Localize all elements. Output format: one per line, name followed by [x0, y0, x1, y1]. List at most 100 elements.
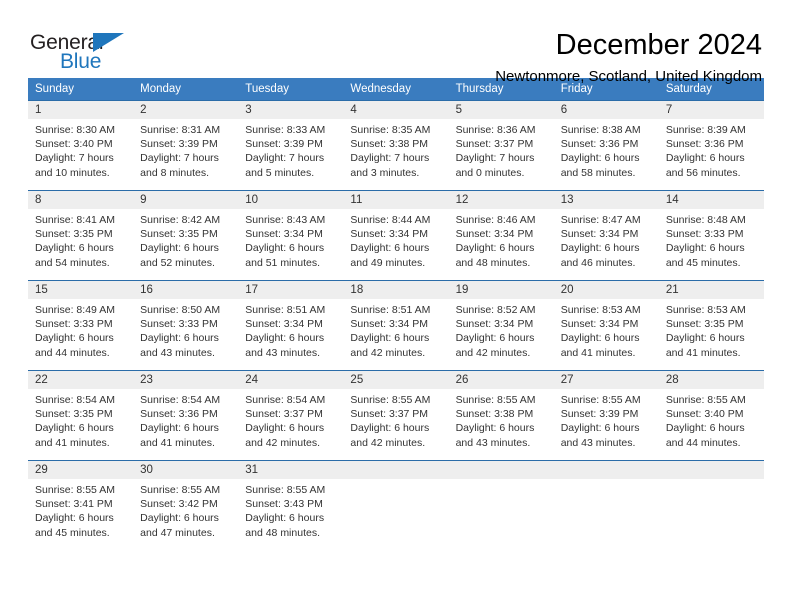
day-number[interactable]: 6 — [554, 101, 659, 119]
day-number[interactable]: 16 — [133, 281, 238, 299]
daylight-text-line2: and 0 minutes. — [455, 166, 525, 179]
daylight-text-line1: Daylight: 6 hours — [665, 422, 745, 435]
day-detail-band: Sunrise: 8:30 AM Sunset: 3:40 PM Dayligh… — [28, 119, 764, 190]
day-cell[interactable]: Sunrise: 8:35 AM Sunset: 3:38 PM Dayligh… — [343, 119, 448, 190]
day-number[interactable]: 11 — [343, 191, 448, 209]
day-cell[interactable]: Sunrise: 8:54 AM Sunset: 3:35 PM Dayligh… — [28, 389, 133, 460]
day-cell[interactable]: Sunrise: 8:54 AM Sunset: 3:36 PM Dayligh… — [133, 389, 238, 460]
daylight-text-line1: Daylight: 6 hours — [140, 422, 219, 435]
day-number[interactable]: 29 — [28, 461, 133, 479]
day-cell[interactable]: Sunrise: 8:31 AM Sunset: 3:39 PM Dayligh… — [133, 119, 238, 190]
sunrise-text: Sunrise: 8:39 AM — [665, 124, 746, 136]
day-number[interactable]: 20 — [554, 281, 659, 299]
daylight-text-line2: and 51 minutes. — [245, 256, 320, 269]
day-cell[interactable]: Sunrise: 8:55 AM Sunset: 3:37 PM Dayligh… — [343, 389, 448, 460]
day-cell[interactable]: Sunrise: 8:55 AM Sunset: 3:41 PM Dayligh… — [28, 479, 133, 550]
sunset-text: Sunset: 3:33 PM — [35, 318, 113, 331]
day-cell[interactable]: Sunrise: 8:47 AM Sunset: 3:34 PM Dayligh… — [554, 209, 659, 280]
day-cell[interactable]: Sunrise: 8:51 AM Sunset: 3:34 PM Dayligh… — [343, 299, 448, 370]
day-number[interactable]: 30 — [133, 461, 238, 479]
day-cell[interactable]: Sunrise: 8:48 AM Sunset: 3:33 PM Dayligh… — [659, 209, 764, 280]
day-number[interactable]: 26 — [449, 371, 554, 389]
day-number[interactable]: 12 — [449, 191, 554, 209]
day-cell[interactable]: Sunrise: 8:43 AM Sunset: 3:34 PM Dayligh… — [238, 209, 343, 280]
daylight-text-line1: Daylight: 6 hours — [350, 242, 430, 255]
day-number[interactable]: 15 — [28, 281, 133, 299]
day-cell[interactable]: Sunrise: 8:36 AM Sunset: 3:37 PM Dayligh… — [449, 119, 554, 190]
daylight-text-line1: Daylight: 6 hours — [665, 242, 745, 255]
page-header: General Blue December 2024 Newtonmore, S… — [28, 0, 764, 85]
day-number[interactable]: 3 — [238, 101, 343, 119]
day-number[interactable]: 18 — [343, 281, 448, 299]
day-cell[interactable]: Sunrise: 8:42 AM Sunset: 3:35 PM Dayligh… — [133, 209, 238, 280]
day-number[interactable]: 7 — [659, 101, 764, 119]
sunset-text: Sunset: 3:40 PM — [35, 138, 113, 151]
sunrise-text: Sunrise: 8:53 AM — [665, 304, 746, 316]
sunrise-text: Sunrise: 8:55 AM — [455, 394, 536, 406]
day-cell[interactable]: Sunrise: 8:52 AM Sunset: 3:34 PM Dayligh… — [449, 299, 554, 370]
calendar-week-row: 15 16 17 18 19 20 21 Sunrise: 8:49 AM Su… — [28, 280, 764, 370]
day-cell[interactable]: Sunrise: 8:55 AM Sunset: 3:38 PM Dayligh… — [449, 389, 554, 460]
calendar-week-row: 22 23 24 25 26 27 28 Sunrise: 8:54 AM Su… — [28, 370, 764, 460]
daylight-text-line2: and 45 minutes. — [35, 526, 110, 539]
daylight-text-line2: and 41 minutes. — [140, 436, 215, 449]
day-number[interactable]: 22 — [28, 371, 133, 389]
day-cell[interactable]: Sunrise: 8:39 AM Sunset: 3:36 PM Dayligh… — [659, 119, 764, 190]
day-cell[interactable]: Sunrise: 8:46 AM Sunset: 3:34 PM Dayligh… — [449, 209, 554, 280]
day-number[interactable]: 10 — [238, 191, 343, 209]
day-cell[interactable]: Sunrise: 8:55 AM Sunset: 3:40 PM Dayligh… — [659, 389, 764, 460]
day-cell[interactable]: Sunrise: 8:51 AM Sunset: 3:34 PM Dayligh… — [238, 299, 343, 370]
day-number[interactable]: 21 — [659, 281, 764, 299]
day-cell[interactable]: Sunrise: 8:33 AM Sunset: 3:39 PM Dayligh… — [238, 119, 343, 190]
daylight-text-line1: Daylight: 6 hours — [245, 512, 325, 525]
daylight-text-line1: Daylight: 6 hours — [560, 242, 640, 255]
day-number[interactable]: 28 — [659, 371, 764, 389]
day-number-band: 1 2 3 4 5 6 7 — [28, 101, 764, 119]
day-number[interactable]: 17 — [238, 281, 343, 299]
day-number[interactable]: 14 — [659, 191, 764, 209]
day-cell[interactable]: Sunrise: 8:55 AM Sunset: 3:39 PM Dayligh… — [554, 389, 659, 460]
sunset-text: Sunset: 3:43 PM — [245, 498, 323, 511]
day-number[interactable]: 1 — [28, 101, 133, 119]
day-cell[interactable]: Sunrise: 8:49 AM Sunset: 3:33 PM Dayligh… — [28, 299, 133, 370]
day-number[interactable]: 24 — [238, 371, 343, 389]
daylight-text-line1: Daylight: 6 hours — [350, 422, 430, 435]
daylight-text-line2: and 54 minutes. — [35, 256, 110, 269]
day-number[interactable]: 25 — [343, 371, 448, 389]
brand-logo[interactable]: General Blue — [28, 30, 138, 76]
sunset-text: Sunset: 3:39 PM — [140, 138, 218, 151]
daylight-text-line1: Daylight: 6 hours — [455, 332, 535, 345]
day-cell[interactable]: Sunrise: 8:54 AM Sunset: 3:37 PM Dayligh… — [238, 389, 343, 460]
sunset-text: Sunset: 3:39 PM — [245, 138, 323, 151]
day-cell[interactable]: Sunrise: 8:53 AM Sunset: 3:34 PM Dayligh… — [554, 299, 659, 370]
day-cell[interactable]: Sunrise: 8:55 AM Sunset: 3:43 PM Dayligh… — [238, 479, 343, 550]
day-number[interactable]: 4 — [343, 101, 448, 119]
day-number[interactable]: 19 — [449, 281, 554, 299]
sunset-text: Sunset: 3:36 PM — [560, 138, 639, 151]
day-cell[interactable]: Sunrise: 8:50 AM Sunset: 3:33 PM Dayligh… — [133, 299, 238, 370]
day-cell[interactable]: Sunrise: 8:53 AM Sunset: 3:35 PM Dayligh… — [659, 299, 764, 370]
daylight-text-line2: and 43 minutes. — [560, 436, 636, 449]
day-number[interactable]: 13 — [554, 191, 659, 209]
sunrise-text: Sunrise: 8:31 AM — [140, 124, 221, 136]
day-number[interactable]: 27 — [554, 371, 659, 389]
day-cell[interactable]: Sunrise: 8:55 AM Sunset: 3:42 PM Dayligh… — [133, 479, 238, 550]
weekday-header-saturday: Saturday — [665, 83, 712, 95]
sunset-text: Sunset: 3:34 PM — [560, 228, 639, 241]
daylight-text-line1: Daylight: 7 hours — [350, 152, 430, 165]
day-cell[interactable]: Sunrise: 8:38 AM Sunset: 3:36 PM Dayligh… — [554, 119, 659, 190]
day-cell-empty — [449, 479, 554, 550]
day-cell[interactable]: Sunrise: 8:44 AM Sunset: 3:34 PM Dayligh… — [343, 209, 448, 280]
day-cell[interactable]: Sunrise: 8:41 AM Sunset: 3:35 PM Dayligh… — [28, 209, 133, 280]
day-number[interactable]: 8 — [28, 191, 133, 209]
day-number[interactable]: 23 — [133, 371, 238, 389]
sunrise-text: Sunrise: 8:51 AM — [350, 304, 431, 316]
sunset-text: Sunset: 3:37 PM — [455, 138, 534, 151]
day-number[interactable]: 9 — [133, 191, 238, 209]
day-number[interactable]: 31 — [238, 461, 343, 479]
sunrise-text: Sunrise: 8:41 AM — [35, 214, 115, 226]
day-number[interactable]: 5 — [449, 101, 554, 119]
day-cell[interactable]: Sunrise: 8:30 AM Sunset: 3:40 PM Dayligh… — [28, 119, 133, 190]
day-number[interactable]: 2 — [133, 101, 238, 119]
weekday-header-sunday: Sunday — [35, 83, 75, 95]
